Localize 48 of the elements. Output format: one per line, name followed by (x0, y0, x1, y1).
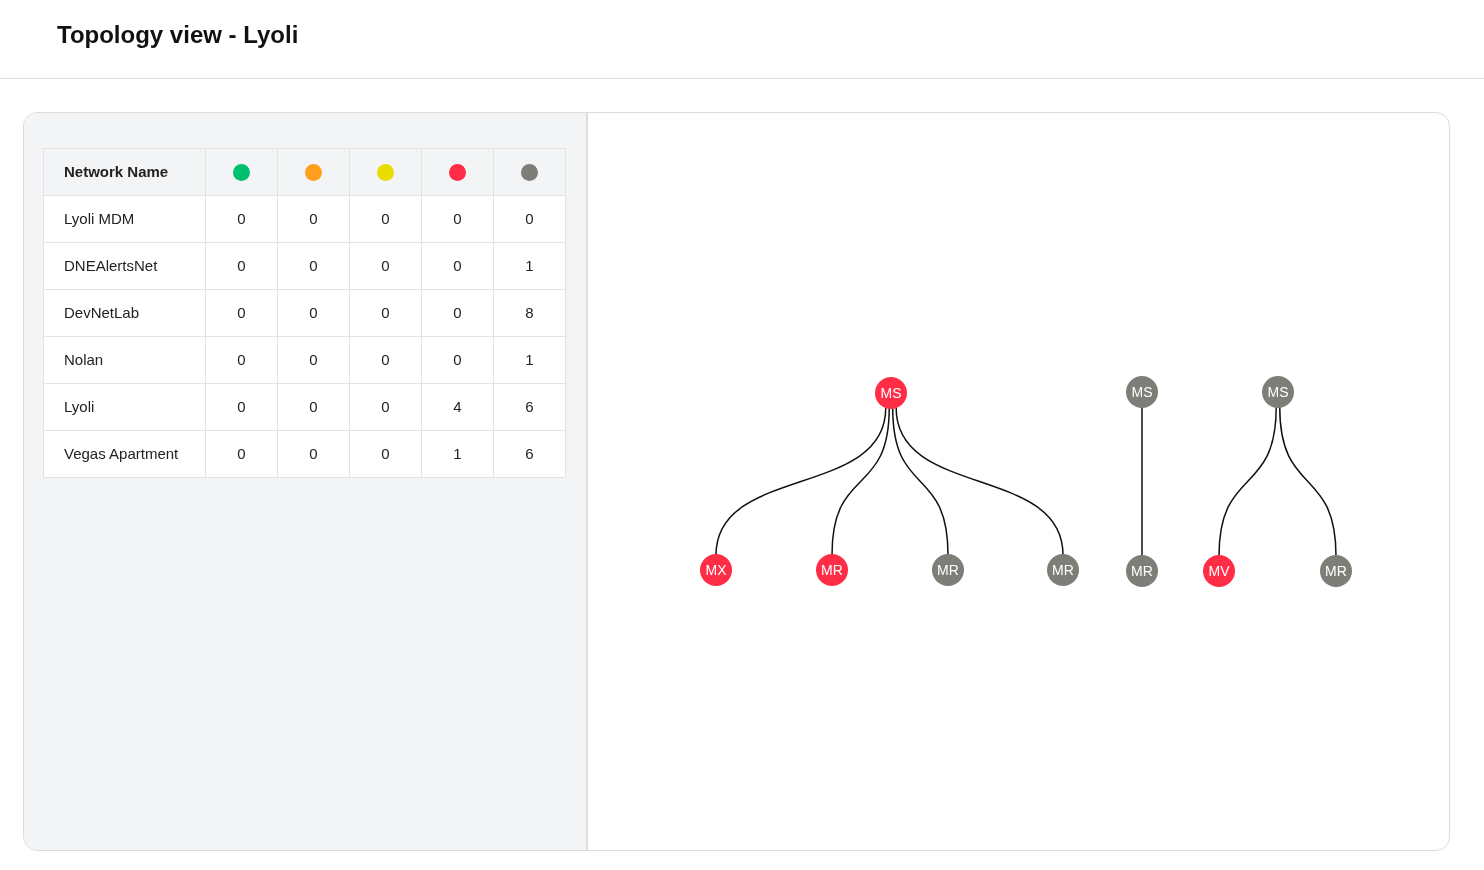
table-cell: 0 (349, 289, 422, 337)
table-cell: 0 (349, 383, 422, 431)
table-cell: 0 (421, 195, 494, 243)
table-cell: 0 (277, 383, 350, 431)
device-node[interactable]: MS (1126, 376, 1158, 408)
table-cell: 0 (277, 195, 350, 243)
table-cell: Lyoli MDM (43, 195, 206, 243)
device-node[interactable]: MR (932, 554, 964, 586)
device-node[interactable]: MS (875, 377, 907, 409)
table-cell: 0 (421, 336, 494, 384)
table-cell: 4 (421, 383, 494, 431)
table-cell: 0 (493, 195, 566, 243)
table-cell: 1 (493, 242, 566, 290)
device-node[interactable]: MX (700, 554, 732, 586)
page-title: Topology view - Lyoli (57, 20, 299, 50)
table-cell: 1 (421, 430, 494, 478)
table-cell: 6 (493, 430, 566, 478)
table-cell: DNEAlertsNet (43, 242, 206, 290)
device-node[interactable]: MR (1126, 555, 1158, 587)
device-node[interactable]: MS (1262, 376, 1294, 408)
table-cell: 0 (205, 430, 278, 478)
table-cell: 0 (277, 430, 350, 478)
table-cell: 1 (493, 336, 566, 384)
table-cell: 8 (493, 289, 566, 337)
device-node[interactable]: MR (1320, 555, 1352, 587)
table-cell: 0 (277, 242, 350, 290)
device-node[interactable]: MV (1203, 555, 1235, 587)
table-cell: 0 (205, 336, 278, 384)
table-cell: 0 (205, 195, 278, 243)
table-cell: 0 (349, 242, 422, 290)
table-cell: 0 (205, 289, 278, 337)
table-cell: 0 (349, 336, 422, 384)
table-cell: 0 (205, 383, 278, 431)
table-cell: 0 (349, 430, 422, 478)
device-node[interactable]: MR (816, 554, 848, 586)
table-cell: 6 (493, 383, 566, 431)
table-cell: 0 (421, 242, 494, 290)
device-node[interactable]: MR (1047, 554, 1079, 586)
table-cell: 0 (277, 336, 350, 384)
table-cell: Lyoli (43, 383, 206, 431)
column-header: Network Name (43, 148, 206, 196)
table-cell: 0 (277, 289, 350, 337)
table-cell: 0 (421, 289, 494, 337)
table-cell: Vegas Apartment (43, 430, 206, 478)
table-cell: 0 (349, 195, 422, 243)
table-cell: 0 (205, 242, 278, 290)
table-cell: Nolan (43, 336, 206, 384)
table-cell: DevNetLab (43, 289, 206, 337)
